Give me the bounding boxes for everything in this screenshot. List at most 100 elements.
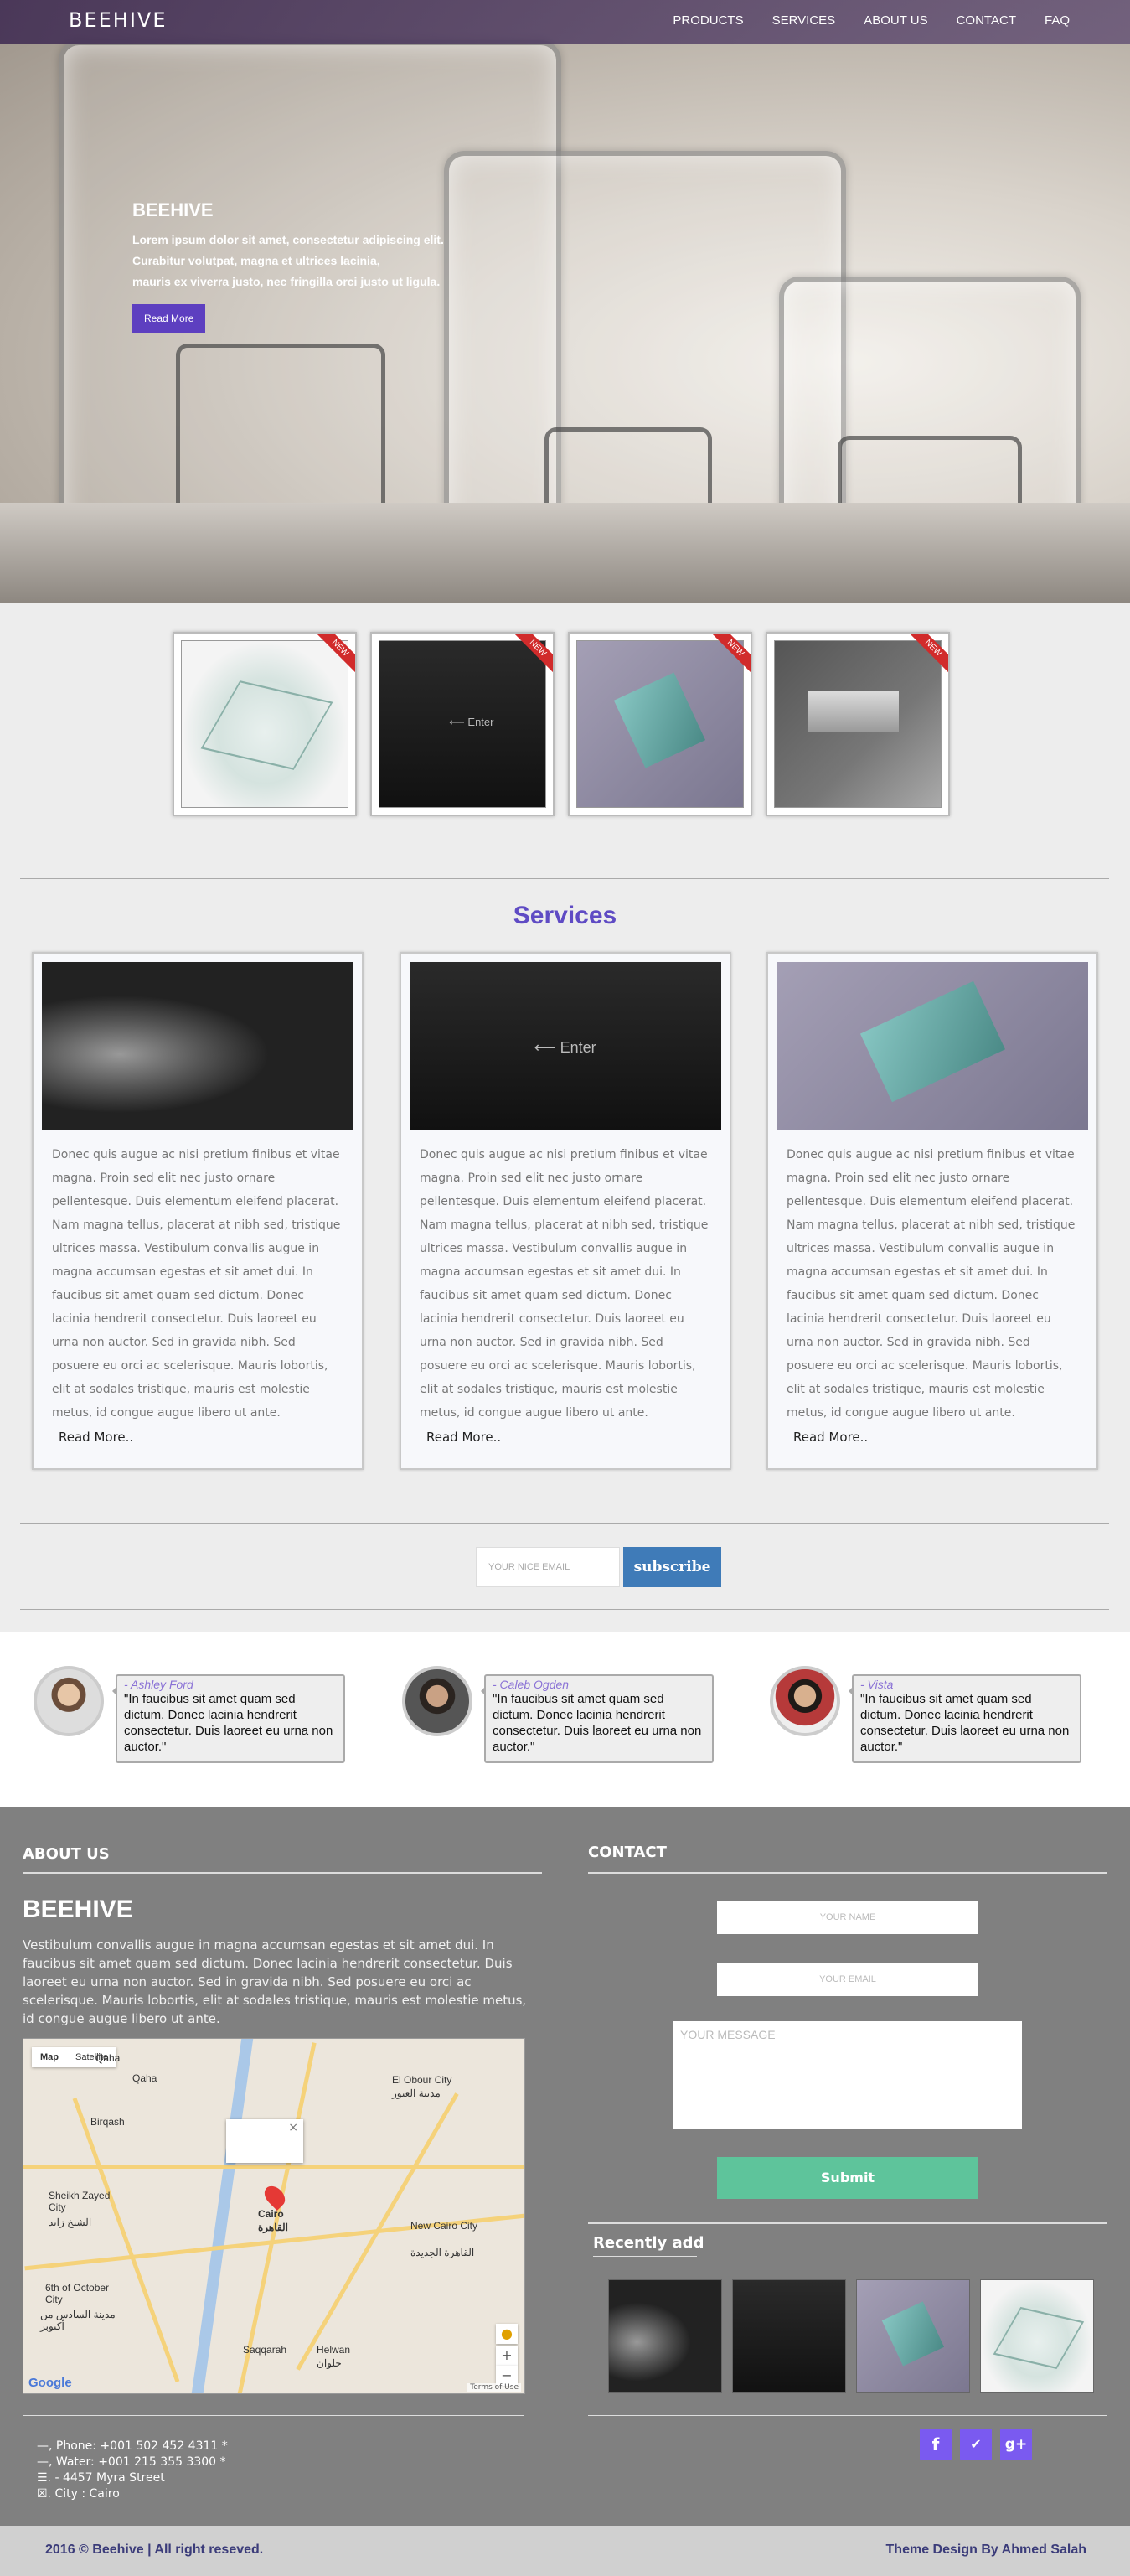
map-label: Sheikh Zayed City: [49, 2190, 111, 2213]
divider: [20, 1609, 1109, 1610]
keyboard-image[interactable]: [732, 2279, 846, 2393]
facebook-icon[interactable]: f: [920, 2429, 952, 2460]
top-navbar: BEEHIVE PRODUCTS SERVICES ABOUT US CONTA…: [0, 0, 1130, 44]
message-textarea[interactable]: YOUR MESSAGE: [673, 2021, 1022, 2129]
avatar: [34, 1666, 104, 1736]
map-label: Birqash: [90, 2116, 125, 2128]
map-label: الشيخ زايد: [49, 2216, 92, 2228]
map-tab[interactable]: Map: [32, 2047, 67, 2067]
map-label: Saqqarah: [243, 2344, 287, 2356]
divider: [20, 878, 1109, 879]
submit-button[interactable]: Submit: [717, 2157, 978, 2199]
nav-item-contact[interactable]: CONTACT: [957, 13, 1016, 28]
cat-computer-image: [42, 962, 353, 1130]
product-thumbnails: NEW ⟵ Enter NEW NEW NEW: [173, 632, 950, 816]
glass-stack-image[interactable]: [856, 2279, 970, 2393]
water-line: —, Water: +001 215 355 3300 *: [37, 2455, 226, 2469]
testimonial-author: - Caleb Ogden: [493, 1678, 570, 1691]
nav-item-faq[interactable]: FAQ: [1045, 13, 1070, 28]
testimonial-bubble: - Caleb Ogden "In faucibus sit amet quam…: [481, 1674, 714, 1763]
recent-gallery: [608, 2279, 1094, 2393]
read-more-link[interactable]: Read More..: [426, 1430, 704, 1445]
divider: [588, 1872, 1107, 1874]
map-label: Cairo: [258, 2208, 284, 2220]
testimonial-quote: "In faucibus sit amet quam sed dictum. D…: [124, 1692, 333, 1754]
product-thumb[interactable]: NEW: [766, 632, 950, 816]
product-thumb[interactable]: ⟵ Enter NEW: [370, 632, 555, 816]
service-text: Donec quis augue ac nisi pretium finibus…: [420, 1148, 709, 1420]
map-road: [296, 2092, 459, 2371]
theme-credit: Theme Design By Ahmed Salah: [885, 2542, 1086, 2557]
map-label: مدينة السادس من أكتوبر: [40, 2309, 116, 2332]
footer-brand: BEEHIVE: [23, 1896, 133, 1923]
nav-menu: PRODUCTS SERVICES ABOUT US CONTACT FAQ: [673, 13, 1070, 28]
glass-stack-image: [576, 640, 744, 808]
testimonial-quote: "In faucibus sit amet quam sed dictum. D…: [493, 1692, 702, 1754]
glass-plate-image[interactable]: [980, 2279, 1094, 2393]
avatar: [770, 1666, 840, 1736]
divider: [20, 1523, 1109, 1524]
read-more-link[interactable]: Read More..: [793, 1430, 1071, 1445]
glass-plate-image: [181, 640, 348, 808]
service-card: Donec quis augue ac nisi pretium finibus…: [32, 952, 364, 1470]
hero-text: BEEHIVE Lorem ipsum dolor sit amet, cons…: [132, 199, 526, 333]
location-map[interactable]: Map Satellite × Cairo القاهرة El Obour Ci…: [23, 2038, 525, 2394]
map-label: حلوان: [317, 2357, 342, 2369]
cat-computer-image[interactable]: [608, 2279, 722, 2393]
subscribe-button[interactable]: subscribe: [623, 1547, 721, 1587]
divider: [23, 1872, 542, 1874]
newsletter-email-input[interactable]: YOUR NICE EMAIL: [476, 1547, 620, 1587]
hero-line: mauris ex viverra justo, nec fringilla o…: [132, 275, 441, 288]
map-label: القاهرة الجديدة: [410, 2247, 475, 2258]
nav-item-services[interactable]: SERVICES: [772, 13, 836, 28]
copyright-text: 2016 © Beehive | All right reseved.: [45, 2542, 264, 2557]
map-label: Qaha: [132, 2072, 157, 2084]
about-heading: ABOUT US: [23, 1845, 110, 1863]
phone-line: —, Phone: +001 502 452 4311 *: [37, 2439, 228, 2453]
map-label: 6th of October City: [45, 2282, 110, 2305]
divider: [23, 2415, 524, 2416]
table-surface: [0, 503, 1130, 603]
map-terms-link[interactable]: Terms of Use: [467, 2383, 521, 2392]
product-thumb[interactable]: NEW: [173, 632, 357, 816]
testimonial-author: - Vista: [860, 1678, 894, 1691]
read-more-link[interactable]: Read More..: [59, 1430, 337, 1445]
keyboard-image: ⟵ Enter: [379, 640, 546, 808]
divider: [588, 2415, 1107, 2416]
product-thumb[interactable]: NEW: [568, 632, 752, 816]
glass-stack-image: [777, 962, 1088, 1130]
name-input[interactable]: YOUR NAME: [717, 1901, 978, 1934]
map-label: New Cairo City: [410, 2220, 478, 2232]
hero-line: Curabitur volutpat, magna et ultrices la…: [132, 254, 380, 267]
service-card: ⟵ Enter Donec quis augue ac nisi pretium…: [400, 952, 731, 1470]
hero-banner: BEEHIVE Lorem ipsum dolor sit amet, cons…: [0, 0, 1130, 603]
services-title: Services: [513, 902, 617, 929]
footer: ABOUT US BEEHIVE Vestibulum convallis au…: [0, 1807, 1130, 2526]
testimonial-quote: "In faucibus sit amet quam sed dictum. D…: [860, 1692, 1070, 1754]
google-logo: Google: [28, 2376, 72, 2390]
service-text: Donec quis augue ac nisi pretium finibus…: [52, 1148, 341, 1420]
nav-item-products[interactable]: PRODUCTS: [673, 13, 743, 28]
recently-added-heading: Recently add: [593, 2234, 704, 2252]
street-view-icon[interactable]: ●: [496, 2324, 518, 2344]
twitter-icon[interactable]: ✔: [960, 2429, 992, 2460]
avatar: [402, 1666, 472, 1736]
testimonial-author: - Ashley Ford: [124, 1678, 193, 1691]
nav-item-about-us[interactable]: ABOUT US: [864, 13, 927, 28]
map-river: [190, 2039, 254, 2393]
read-more-button[interactable]: Read More: [132, 304, 206, 333]
glass-hinge-image: [774, 640, 942, 808]
hero-line: Lorem ipsum dolor sit amet, consectetur …: [132, 233, 444, 246]
map-info-window: ×: [226, 2119, 303, 2163]
service-text: Donec quis augue ac nisi pretium finibus…: [787, 1148, 1076, 1420]
site-logo[interactable]: BEEHIVE: [69, 8, 168, 32]
zoom-in-button[interactable]: +: [496, 2346, 518, 2366]
contact-info: —, Phone: +001 502 452 4311 * —, Water: …: [37, 2439, 228, 2502]
service-card: Donec quis augue ac nisi pretium finibus…: [766, 952, 1098, 1470]
close-icon[interactable]: ×: [288, 2121, 298, 2134]
contact-heading: CONTACT: [588, 1844, 667, 1861]
enter-key-label: ⟵ Enter: [449, 716, 494, 729]
google-plus-icon[interactable]: g+: [1000, 2429, 1032, 2460]
keyboard-image: ⟵ Enter: [410, 962, 721, 1130]
email-input[interactable]: YOUR EMAIL: [717, 1963, 978, 1996]
